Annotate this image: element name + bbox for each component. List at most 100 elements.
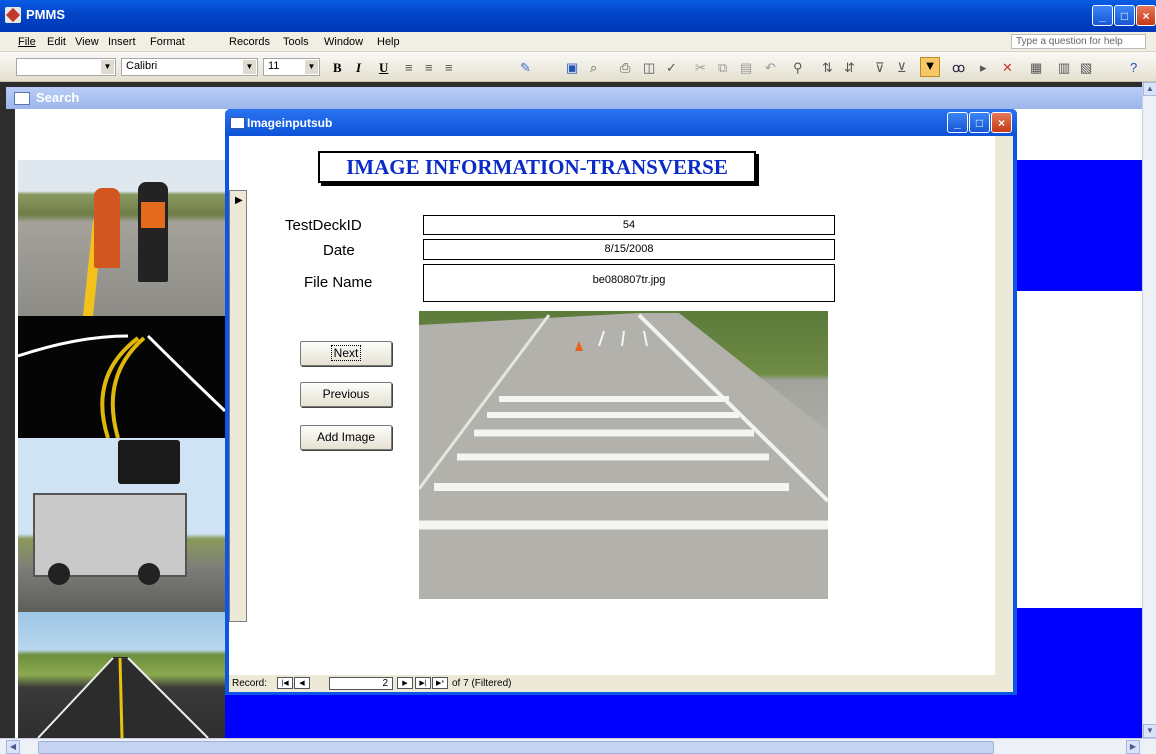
- filter-by-selection-icon[interactable]: ⊽: [875, 60, 885, 76]
- record-navigation-bar: Record: |◀ ◀ 2 ▶ ▶| ▶* of 7 (Filtered): [229, 675, 1013, 692]
- cut-icon[interactable]: ✂: [695, 60, 706, 76]
- formatting-toolbar: ▼ Calibri ▼ 11 ▼ B I U ≡ ≡ ≡ ✎ ▣ ⌕ ⎙ ◫ ✓ ✂…: [0, 52, 1156, 82]
- filter-by-form-icon[interactable]: ⊻: [897, 60, 907, 76]
- sub-maximize-button[interactable]: □: [969, 112, 990, 133]
- minimize-button[interactable]: _: [1092, 5, 1113, 26]
- new-object-icon[interactable]: ▧: [1080, 60, 1092, 76]
- print-preview-icon[interactable]: ◫: [643, 60, 655, 76]
- sort-ascending-icon[interactable]: ⇅: [822, 60, 833, 76]
- current-record-arrow-icon: ▶: [235, 195, 243, 206]
- striping-truck-photo: [18, 438, 225, 612]
- find-icon[interactable]: ꝏ: [952, 60, 965, 76]
- scroll-down-icon[interactable]: ▼: [1143, 724, 1156, 738]
- scroll-up-icon[interactable]: ▲: [1143, 82, 1156, 96]
- last-record-button[interactable]: ▶|: [415, 677, 431, 689]
- new-record-nav-button[interactable]: ▶*: [432, 677, 448, 689]
- chevron-down-icon: ▼: [101, 60, 114, 74]
- scroll-thumb[interactable]: [38, 741, 994, 754]
- menu-records[interactable]: Records: [229, 36, 270, 48]
- help-icon[interactable]: ?: [1130, 60, 1137, 75]
- blue-panel-bottom: [225, 695, 1017, 738]
- menu-tools[interactable]: Tools: [283, 36, 309, 48]
- new-record-icon[interactable]: ▸: [980, 60, 987, 76]
- blue-panel-right-bottom: [1013, 608, 1142, 738]
- close-button[interactable]: ×: [1136, 5, 1156, 26]
- search-window-titlebar: Search: [6, 87, 1142, 109]
- scroll-left-icon[interactable]: ◀: [6, 740, 20, 754]
- previous-button[interactable]: Previous: [300, 382, 392, 407]
- menu-format[interactable]: Format: [150, 36, 185, 48]
- chevron-down-icon: ▼: [305, 60, 318, 74]
- sort-descending-icon[interactable]: ⇵: [844, 60, 855, 76]
- pavement-markings-graphic: [419, 313, 828, 599]
- record-count-text: of 7 (Filtered): [452, 678, 512, 689]
- undo-icon[interactable]: ↶: [765, 60, 776, 76]
- menu-help[interactable]: Help: [377, 36, 400, 48]
- align-right-icon[interactable]: ≡: [445, 60, 453, 75]
- record-selector[interactable]: ▶: [229, 190, 247, 622]
- view-icon[interactable]: ✎: [520, 60, 531, 76]
- scroll-right-icon[interactable]: ▶: [1126, 740, 1140, 754]
- italic-button[interactable]: I: [356, 60, 361, 76]
- menu-view[interactable]: View: [75, 36, 99, 48]
- menu-window[interactable]: Window: [324, 36, 363, 48]
- access-app-icon: [5, 7, 21, 23]
- form-icon: [230, 117, 245, 129]
- apply-filter-icon[interactable]: ▼: [920, 57, 940, 77]
- highway-lines-graphic: [37, 657, 209, 738]
- object-combo[interactable]: ▼: [16, 58, 116, 76]
- menu-edit[interactable]: Edit: [47, 36, 66, 48]
- next-record-button[interactable]: ▶: [397, 677, 413, 689]
- spelling-icon[interactable]: ✓: [666, 60, 677, 76]
- transverse-markings-image: [419, 311, 828, 599]
- file-name-field[interactable]: be080807tr.jpg: [423, 264, 835, 302]
- imageinputsub-title: Imageinputsub: [247, 116, 333, 130]
- align-left-icon[interactable]: ≡: [405, 60, 413, 75]
- previous-record-button[interactable]: ◀: [294, 677, 310, 689]
- sub-right-margin: [995, 136, 1013, 675]
- align-center-icon[interactable]: ≡: [425, 60, 433, 75]
- bold-button[interactable]: B: [333, 60, 342, 76]
- search-icon[interactable]: ⌕: [590, 60, 597, 76]
- highway-road-photo: [18, 612, 225, 738]
- testdeckid-label: TestDeckID: [285, 217, 362, 234]
- font-name-combo[interactable]: Calibri ▼: [121, 58, 258, 76]
- road-lines-graphic: [18, 334, 225, 438]
- blue-panel-right-top: [1013, 160, 1142, 291]
- save-icon[interactable]: ▣: [566, 60, 578, 76]
- font-size-combo[interactable]: 11 ▼: [263, 58, 320, 76]
- maximize-button[interactable]: □: [1114, 5, 1135, 26]
- next-button[interactable]: Next: [300, 341, 392, 366]
- app-title: PMMS: [26, 7, 65, 22]
- record-number-input[interactable]: 2: [329, 677, 393, 690]
- copy-icon[interactable]: ⧉: [718, 60, 727, 76]
- date-label: Date: [323, 242, 355, 259]
- menu-bar: File Edit View Insert Format Records Too…: [0, 32, 1156, 52]
- paste-icon[interactable]: ▤: [740, 60, 752, 76]
- help-question-input[interactable]: Type a question for help: [1011, 34, 1146, 49]
- form-heading: IMAGE INFORMATION-TRANSVERSE: [318, 151, 756, 183]
- sub-minimize-button[interactable]: _: [947, 112, 968, 133]
- workers-road-photo: [18, 160, 225, 316]
- first-record-button[interactable]: |◀: [277, 677, 293, 689]
- form-icon: [14, 92, 30, 105]
- database-window-icon[interactable]: ▥: [1058, 60, 1070, 76]
- vertical-scrollbar[interactable]: ▲ ▼: [1142, 82, 1156, 738]
- horizontal-scrollbar[interactable]: ◀ ▶: [0, 738, 1156, 754]
- hyperlink-icon[interactable]: ⚲: [793, 60, 803, 76]
- menu-file[interactable]: File: [18, 36, 36, 48]
- search-window-title: Search: [36, 90, 80, 105]
- date-field[interactable]: 8/15/2008: [423, 239, 835, 260]
- menu-insert[interactable]: Insert: [108, 36, 136, 48]
- chevron-down-icon: ▼: [243, 60, 256, 74]
- sub-close-button[interactable]: ×: [991, 112, 1012, 133]
- night-road-lines-photo: [18, 316, 225, 438]
- file-name-label: File Name: [304, 274, 373, 291]
- delete-record-icon[interactable]: ✕: [1002, 60, 1013, 76]
- form-border: [12, 109, 15, 738]
- add-image-button[interactable]: Add Image: [300, 425, 392, 450]
- underline-button[interactable]: U: [379, 60, 388, 76]
- testdeckid-field[interactable]: 54: [423, 215, 835, 235]
- properties-icon[interactable]: ▦: [1030, 60, 1042, 76]
- print-icon[interactable]: ⎙: [620, 60, 630, 76]
